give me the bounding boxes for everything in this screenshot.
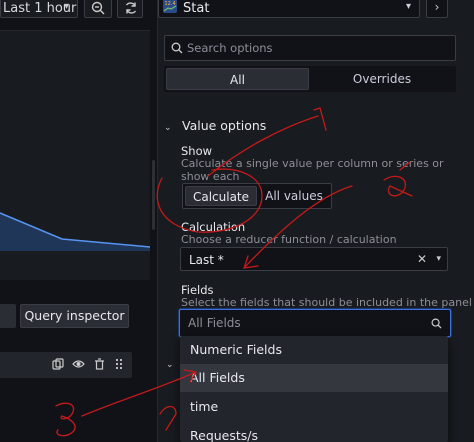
fields-select[interactable] [179, 309, 451, 337]
drag-handle-icon[interactable] [115, 358, 123, 370]
dropdown-option-requests-per-second[interactable]: Requests/s [180, 422, 448, 442]
visualization-name: Stat [183, 1, 210, 16]
time-range-picker[interactable]: Last 1 hour ▾ [0, 0, 78, 18]
search-icon [171, 42, 183, 54]
panel-editor-left: Last 1 hour ▾ Query inspector [0, 0, 150, 442]
trash-icon[interactable] [94, 358, 105, 370]
calculation-label: Calculation [181, 220, 246, 234]
fields-label: Fields [181, 283, 214, 297]
chevron-down-icon: ▾ [405, 1, 411, 12]
chevron-down-icon[interactable]: ⌄ [166, 360, 174, 370]
duplicate-icon[interactable] [52, 358, 64, 370]
value-options-section-header[interactable]: ⌄ Value options [164, 118, 266, 133]
calculation-select[interactable]: Last * ✕ ▾ [180, 247, 448, 271]
zoom-out-icon [91, 1, 105, 15]
calculation-description: Choose a reducer function / calculation [181, 233, 397, 246]
clear-icon[interactable]: ✕ [417, 252, 427, 266]
zoom-out-button[interactable] [84, 0, 112, 18]
query-inspector-button[interactable]: Query inspector [20, 304, 129, 328]
svg-text:12.4: 12.4 [165, 1, 176, 7]
dropdown-option-time[interactable]: time [180, 393, 448, 421]
query-tab-button[interactable] [0, 304, 16, 328]
search-options-field[interactable] [164, 35, 456, 61]
chart-area [0, 212, 150, 251]
fields-description: Select the fields that should be include… [181, 296, 472, 309]
pane-splitter[interactable] [150, 0, 158, 442]
calculate-option[interactable]: Calculate [185, 186, 257, 206]
search-options-input[interactable] [187, 39, 447, 57]
fields-input[interactable] [188, 315, 418, 331]
collapse-options-button[interactable]: › [426, 0, 448, 18]
stat-viz-icon: 12.4 [163, 0, 177, 13]
fields-dropdown-menu: Numeric Fields All Fields time Requests/… [180, 336, 448, 442]
chevron-down-icon: ▾ [63, 1, 69, 12]
section-title: Value options [181, 118, 267, 133]
chevron-down-icon: ▾ [436, 254, 441, 264]
refresh-button[interactable] [117, 0, 143, 18]
tab-all[interactable]: All [166, 68, 309, 90]
dropdown-option-numeric-fields[interactable]: Numeric Fields [180, 336, 448, 364]
show-mode-toggle: Calculate All values [182, 183, 332, 209]
visualization-picker[interactable]: 12.4 Stat ▾ [158, 0, 420, 18]
chevron-right-icon: › [434, 0, 440, 14]
all-values-option[interactable]: All values [259, 186, 329, 206]
calculation-value: Last * [189, 253, 224, 267]
show-label: Show [181, 144, 213, 158]
splitter-grip[interactable] [152, 160, 155, 230]
options-tabs: All Overrides [164, 66, 456, 92]
refresh-icon [125, 2, 137, 14]
dropdown-option-all-fields[interactable]: All Fields [180, 364, 448, 392]
search-icon [431, 318, 442, 329]
time-series-chart [0, 30, 150, 280]
query-row-header [0, 352, 132, 378]
tab-overrides[interactable]: Overrides [310, 68, 454, 90]
eye-icon[interactable] [72, 358, 85, 370]
chevron-down-icon: ⌄ [164, 123, 172, 133]
show-description-line-1: Calculate a single value per column or s… [181, 157, 444, 183]
